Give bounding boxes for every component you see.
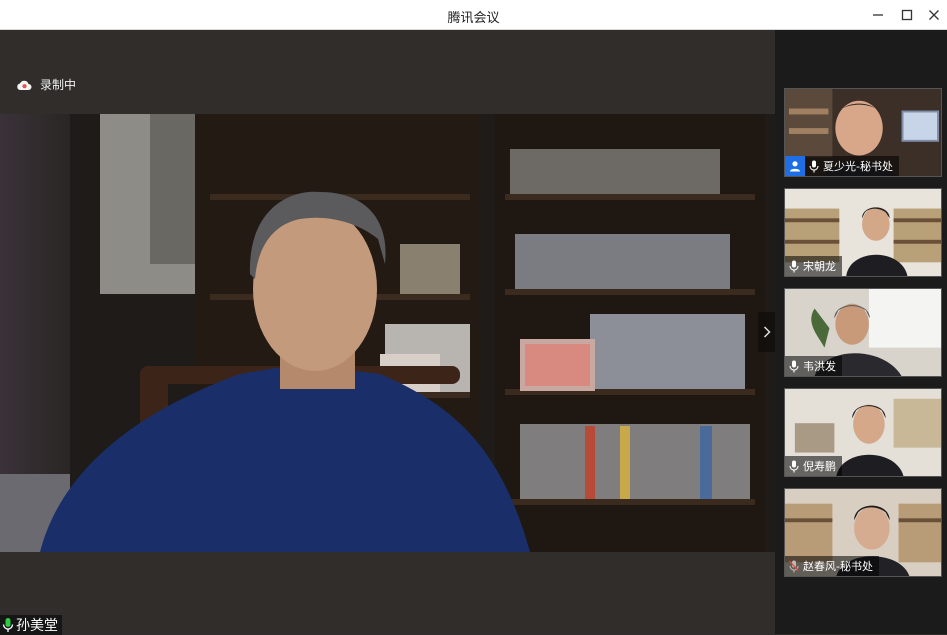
participant-name: 倪寿鹏 (803, 460, 836, 473)
main-video (0, 114, 775, 552)
main-stage: 录制中 孙美堂 (0, 30, 775, 635)
participant-sidebar: 夏少光-秘书处 宋朝龙 韦洪发 倪寿鹏 赵春风-秘书处 (775, 30, 947, 634)
minimize-button[interactable] (868, 5, 888, 25)
microphone-icon (789, 260, 799, 272)
title-bar: 腾讯会议 (0, 0, 947, 30)
participant-label: 赵春风-秘书处 (785, 556, 879, 576)
avatar (785, 156, 805, 176)
participant-tile[interactable]: 赵春风-秘书处 (784, 488, 942, 577)
maximize-button[interactable] (897, 5, 917, 25)
expand-sidebar-button[interactable] (758, 312, 775, 352)
user-icon (790, 161, 800, 172)
microphone-icon (789, 360, 799, 372)
maximize-icon (901, 9, 913, 21)
minimize-icon (873, 14, 883, 16)
participant-tile[interactable]: 韦洪发 (784, 288, 942, 377)
active-speaker-tag: 孙美堂 (0, 615, 62, 635)
close-button[interactable] (924, 5, 944, 25)
participant-tile[interactable]: 宋朝龙 (784, 188, 942, 277)
microphone-off-icon (789, 560, 799, 572)
window-title: 腾讯会议 (447, 11, 500, 26)
participant-name: 韦洪发 (803, 360, 836, 373)
participant-label: 夏少光-秘书处 (805, 156, 899, 176)
recording-indicator[interactable]: 录制中 (16, 76, 76, 93)
microphone-icon (809, 160, 819, 172)
microphone-icon (2, 618, 14, 632)
chevron-right-icon (763, 326, 771, 338)
participant-name: 夏少光-秘书处 (823, 160, 893, 173)
recording-label: 录制中 (40, 78, 77, 92)
participant-tile[interactable]: 夏少光-秘书处 (784, 88, 942, 177)
participant-name: 赵春风-秘书处 (803, 560, 873, 573)
active-speaker-name: 孙美堂 (16, 618, 58, 634)
microphone-icon (789, 460, 799, 472)
participant-tile[interactable]: 倪寿鹏 (784, 388, 942, 477)
participant-label: 倪寿鹏 (785, 456, 842, 476)
participant-label: 韦洪发 (785, 356, 842, 376)
main-video-scene (0, 114, 775, 552)
cloud-recording-icon (17, 80, 32, 90)
participant-label: 宋朝龙 (785, 256, 842, 276)
close-icon (929, 10, 939, 20)
participant-name: 宋朝龙 (803, 260, 836, 273)
